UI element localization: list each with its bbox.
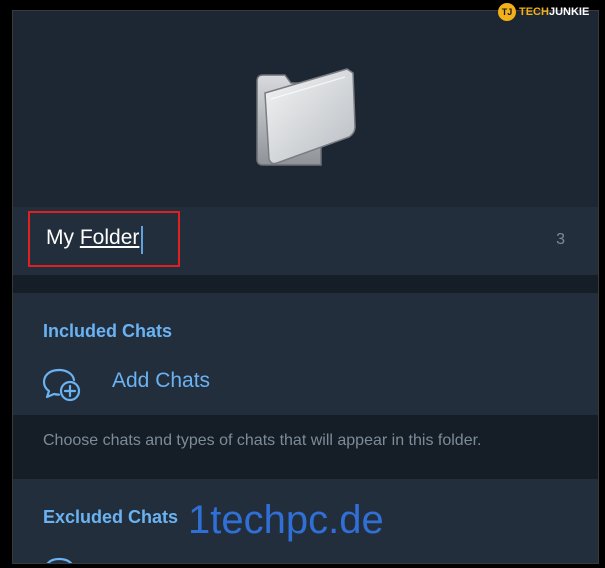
folder-edit-screen: My Folder 3 Included Chats Add Chats Cho… — [12, 10, 599, 564]
screenshot-frame: My Folder 3 Included Chats Add Chats Cho… — [0, 0, 605, 568]
text-cursor — [141, 226, 143, 254]
section-divider — [13, 275, 598, 293]
excluded-chat-icon[interactable] — [41, 551, 83, 564]
logo-text-junkie: JUNKIE — [548, 6, 590, 18]
excluded-chats-title: Excluded Chats — [43, 507, 179, 527]
logo-badge: TJ — [498, 3, 516, 21]
add-chat-icon[interactable] — [41, 366, 83, 402]
watermark: 1techpc.de — [188, 498, 384, 542]
char-count: 3 — [556, 231, 565, 248]
logo-text-tech: TECH — [519, 6, 549, 18]
techjunkie-logo: TJ TECHJUNKIE — [498, 2, 589, 22]
included-chats-section — [13, 293, 598, 415]
add-chats-button[interactable]: Add Chats — [112, 369, 210, 393]
folder-name-input[interactable]: My Folder — [46, 226, 139, 250]
folder-name-word: Folder — [79, 226, 140, 249]
folder-header — [13, 11, 598, 207]
folder-open-icon — [256, 68, 356, 166]
included-chats-title: Included Chats — [43, 321, 173, 341]
logo-text: TECHJUNKIE — [519, 6, 589, 18]
included-chats-hint: Choose chats and types of chats that wil… — [43, 432, 482, 449]
folder-name-prefix: My — [46, 226, 74, 249]
